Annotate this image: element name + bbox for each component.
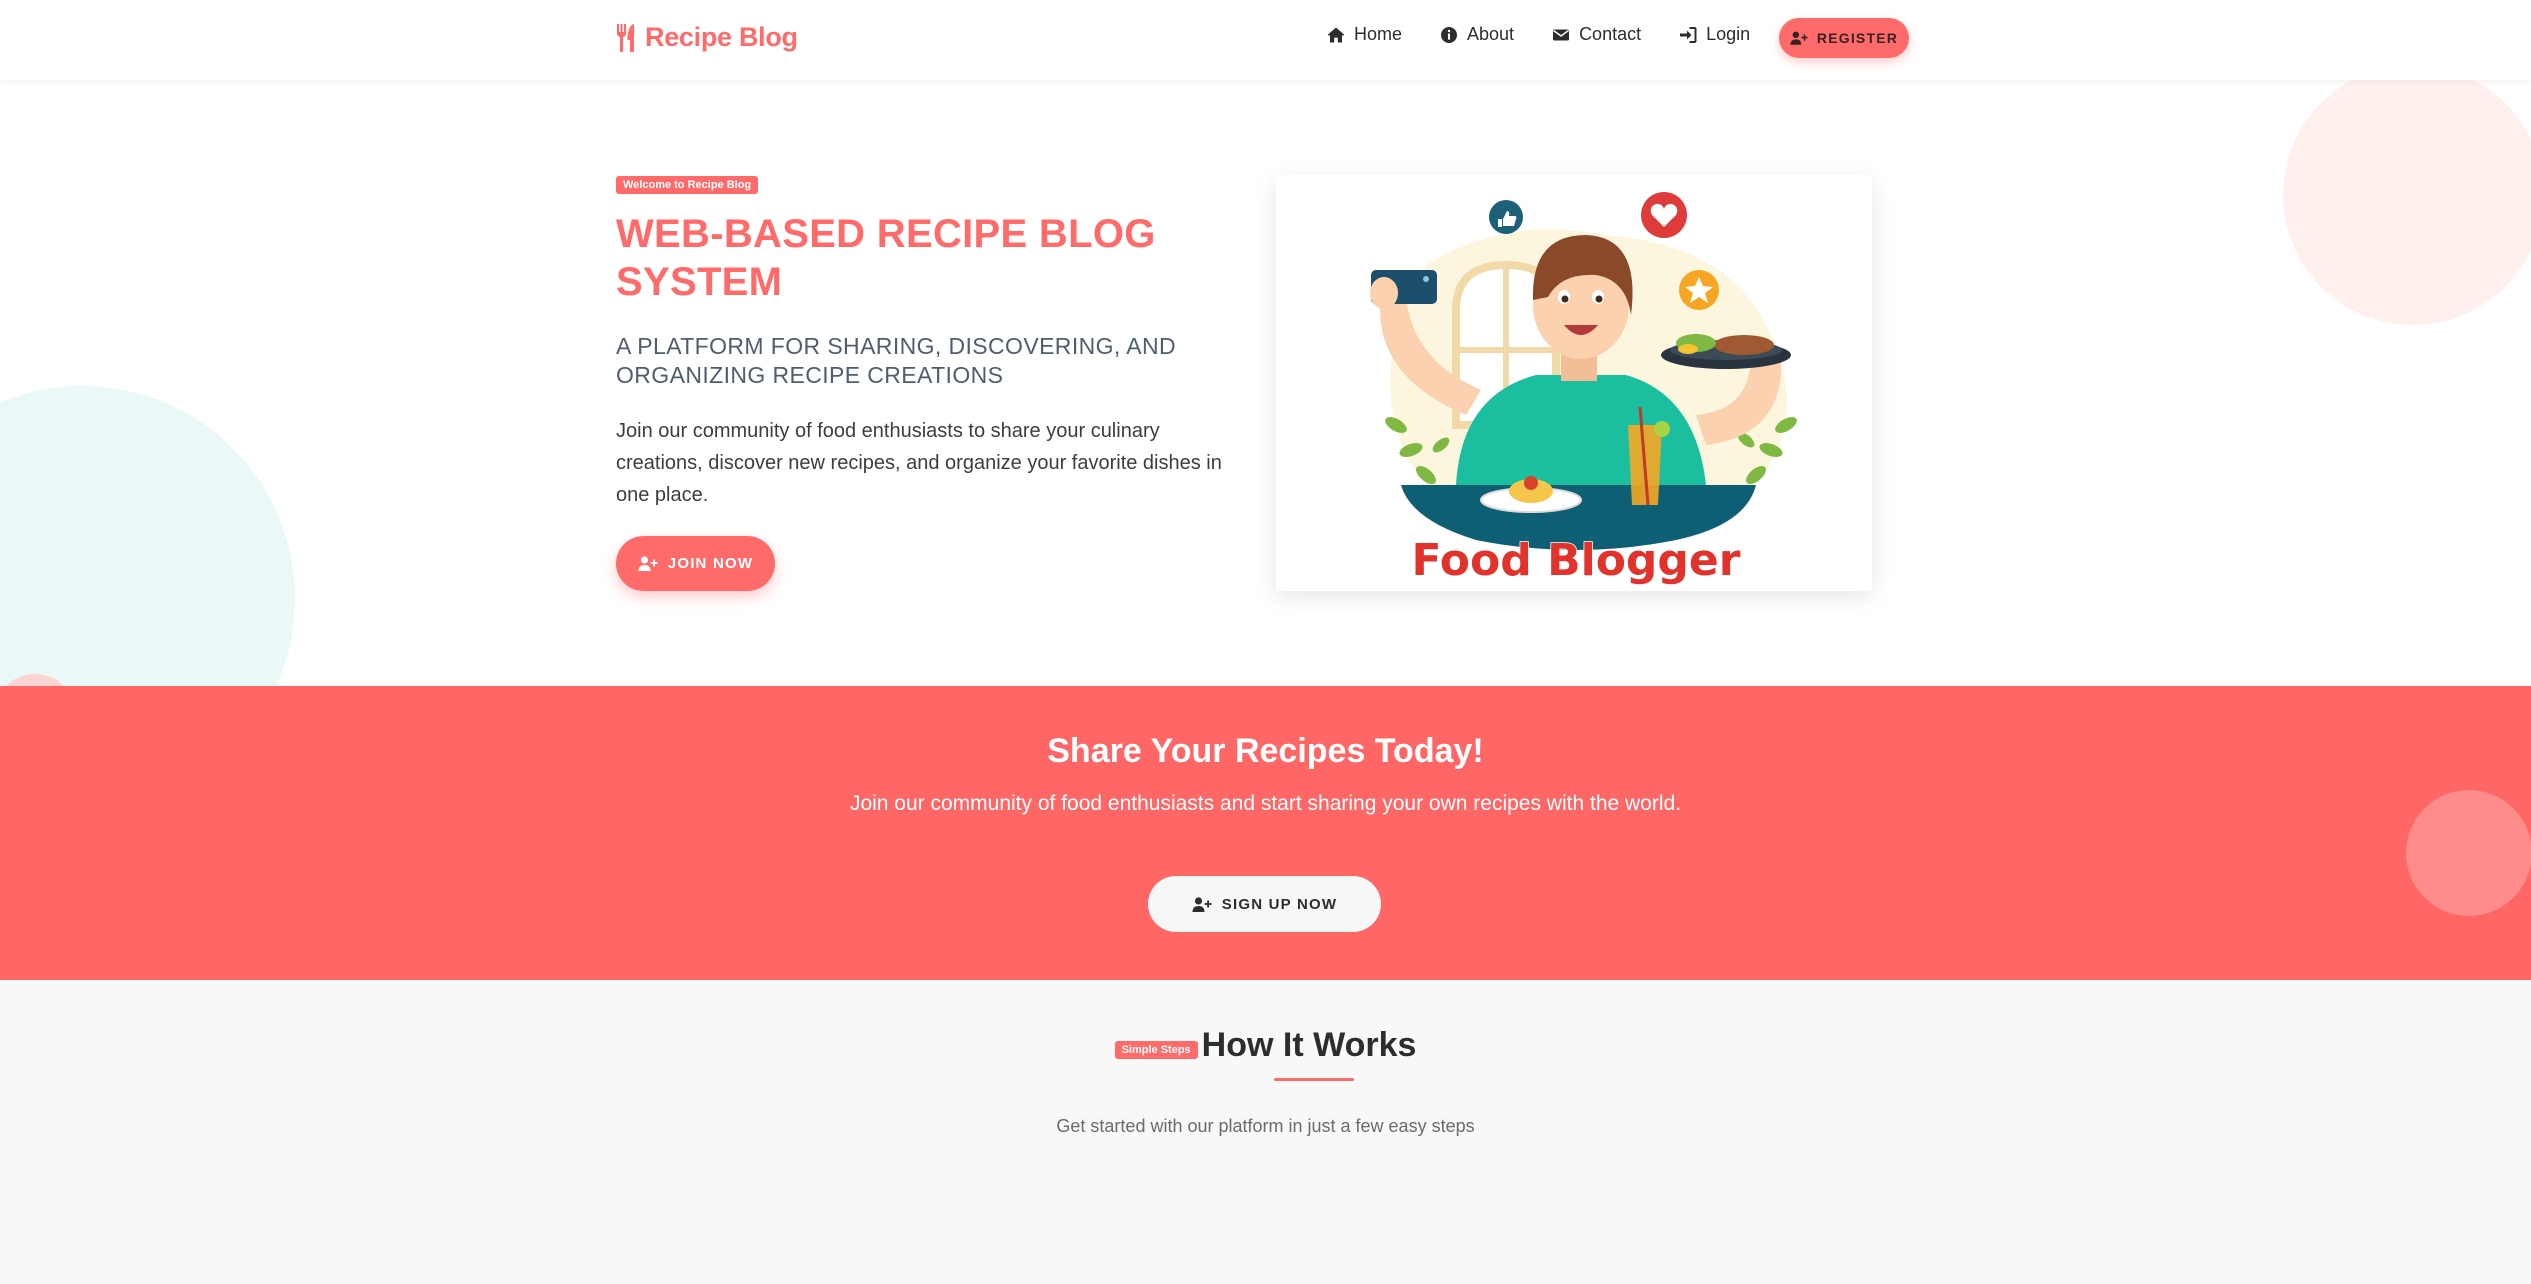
nav-link-about-label: About <box>1467 24 1515 44</box>
hero-description: Join our community of food enthusiasts t… <box>616 420 1222 506</box>
decorative-circle <box>0 386 295 686</box>
how-title: How It Works <box>1201 1026 1417 1064</box>
nav-link-home[interactable]: Home <box>1327 24 1402 45</box>
hero-badge: Welcome to Recipe Blog <box>616 176 759 194</box>
nav-link-about[interactable]: About <box>1440 24 1514 45</box>
register-button[interactable]: REGISTER <box>1779 18 1909 58</box>
decorative-circle <box>2283 80 2531 325</box>
brand-name: Recipe Blog <box>645 22 798 52</box>
cta-description: Join our community of food enthusiasts a… <box>849 792 1682 815</box>
nav-links: Home About Contact Login <box>1327 24 1788 45</box>
how-badge: Simple Steps <box>1114 1040 1198 1059</box>
nav-link-home-label: Home <box>1354 24 1403 44</box>
navbar: Recipe Blog Home About Contact Login REG… <box>0 0 2531 80</box>
hero-image-card: Food Blogger <box>1276 175 1872 591</box>
title-underline <box>1274 1078 1354 1081</box>
register-label: REGISTER <box>1816 30 1899 46</box>
hero-title: WEB-BASED RECIPE BLOG SYSTEM <box>616 212 1156 304</box>
nav-link-login[interactable]: Login <box>1679 24 1750 45</box>
nav-link-contact[interactable]: Contact <box>1552 24 1641 45</box>
how-it-works-section: Simple Steps How It Works Get started wi… <box>0 980 2531 1284</box>
illustration-title: Food Blogger <box>1412 535 1741 586</box>
user-plus-icon <box>1790 31 1808 45</box>
hero-section: Welcome to Recipe Blog WEB-BASED RECIPE … <box>0 80 2531 686</box>
hero-subtitle: A PLATFORM FOR SHARING, DISCOVERING, AND… <box>616 333 1176 388</box>
envelope-icon <box>1553 29 1570 40</box>
decorative-circle <box>2406 790 2531 916</box>
sign-in-icon <box>1680 26 1697 43</box>
how-it-works-header: Simple Steps How It Works <box>0 1026 2531 1065</box>
join-now-label: JOIN NOW <box>667 555 754 572</box>
how-description: Get started with our platform in just a … <box>1056 1116 1475 1136</box>
cta-title: Share Your Recipes Today! <box>1047 732 1484 770</box>
cta-section: Share Your Recipes Today! Join our commu… <box>0 686 2531 980</box>
nav-link-login-label: Login <box>1706 24 1751 44</box>
home-icon <box>1327 27 1345 42</box>
user-plus-icon <box>638 556 658 571</box>
nav-link-contact-label: Contact <box>1579 24 1642 44</box>
sign-up-now-label: SIGN UP NOW <box>1221 895 1338 913</box>
info-icon <box>1441 26 1458 43</box>
utensils-icon <box>616 23 634 52</box>
join-now-button[interactable]: JOIN NOW <box>616 536 775 591</box>
food-blogger-illustration: Food Blogger <box>1370 192 1797 587</box>
user-plus-icon <box>1192 896 1212 912</box>
sign-up-now-button[interactable]: SIGN UP NOW <box>1148 876 1381 932</box>
brand-logo[interactable]: Recipe Blog <box>615 22 798 53</box>
